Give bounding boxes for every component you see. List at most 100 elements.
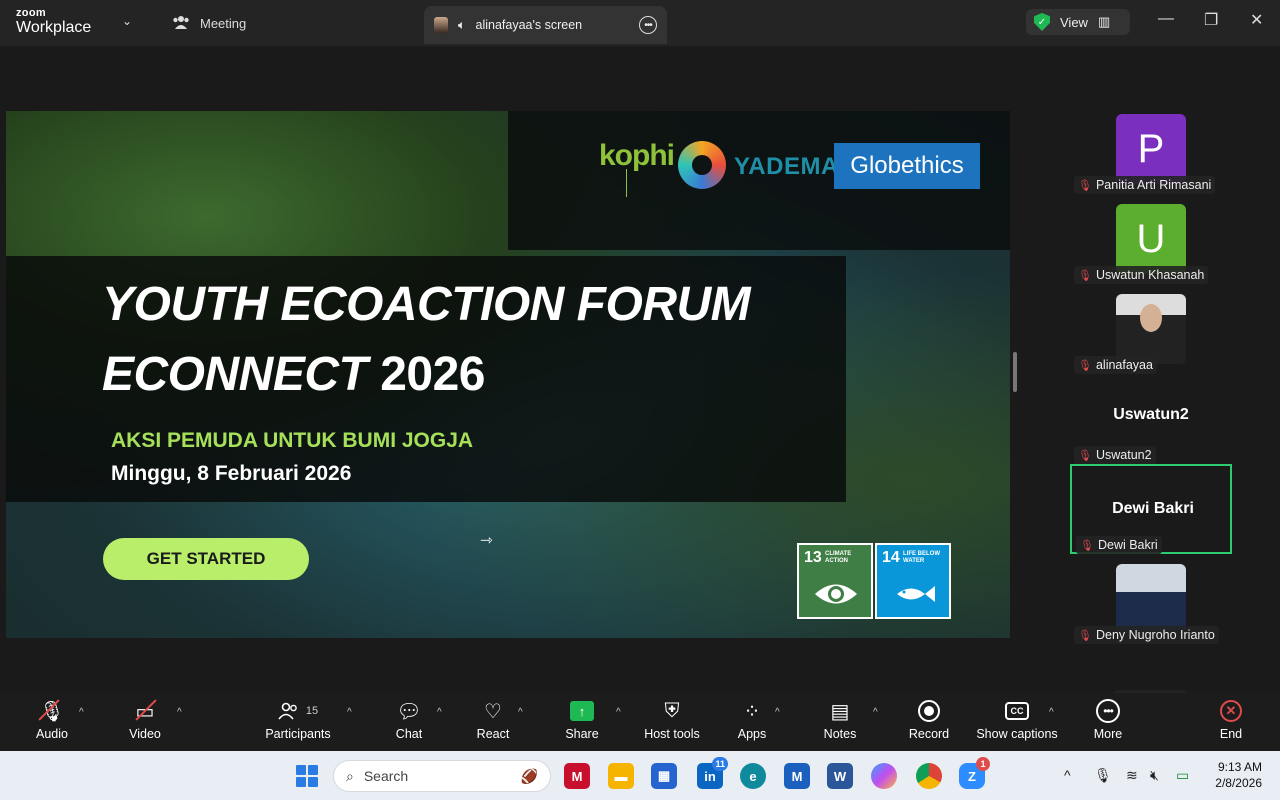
apps-icon: ⁘ bbox=[743, 700, 761, 723]
globethics-logo: Globethics bbox=[834, 143, 980, 189]
end-x-icon: ✕ bbox=[1220, 700, 1242, 722]
react-options-caret-icon[interactable]: ^ bbox=[518, 707, 523, 718]
share-button[interactable]: ↑ Share bbox=[537, 697, 627, 741]
audio-button[interactable]: 🎙︎ Audio bbox=[7, 697, 97, 742]
share-options-caret-icon[interactable]: ^ bbox=[616, 707, 621, 718]
title-bar: zoom Workplace ⌄ Meeting 🔈︎ alinafayaa's… bbox=[0, 0, 1280, 46]
show-captions-button[interactable]: CC Show captions bbox=[972, 697, 1062, 741]
shield-icon: ⛨ bbox=[664, 699, 680, 722]
volume-muted-icon[interactable]: 🔇︎ bbox=[1150, 767, 1159, 784]
search-highlight-icon: 🏈 bbox=[520, 767, 538, 784]
notes-options-caret-icon[interactable]: ^ bbox=[873, 707, 878, 718]
mcafee-icon[interactable]: M bbox=[564, 763, 590, 789]
zoom-app-icon[interactable]: Z1 bbox=[959, 757, 990, 789]
chevron-down-icon[interactable]: ⌄ bbox=[122, 14, 132, 28]
participant-name-tag: 🎙︎ Deny Nugroho Irianto bbox=[1074, 626, 1219, 644]
participant-big-name: Dewi Bakri bbox=[1112, 500, 1194, 517]
apps-options-caret-icon[interactable]: ^ bbox=[775, 707, 780, 718]
shared-slide: kophi YADEMA Globethics YOUTH ECOACTION … bbox=[6, 111, 1010, 638]
mic-muted-icon: 🎙︎ bbox=[1080, 539, 1094, 552]
host-tools-button[interactable]: ⛨ Host tools bbox=[627, 697, 717, 742]
record-button[interactable]: Record bbox=[884, 697, 974, 741]
chat-button[interactable]: 💬︎ Chat bbox=[364, 697, 454, 742]
participants-count: 15 bbox=[305, 705, 319, 717]
captions-options-caret-icon[interactable]: ^ bbox=[1049, 707, 1054, 718]
meeting-label: Meeting bbox=[200, 16, 247, 31]
view-button[interactable]: ✓ View ▥ bbox=[1026, 9, 1130, 35]
participant-name-tag: 🎙︎ Panitia Arti Rimasani bbox=[1074, 176, 1216, 194]
battery-icon[interactable]: ▭ bbox=[1176, 767, 1189, 784]
participant-tile[interactable]: U 🎙︎ Uswatun Khasanah bbox=[1070, 202, 1232, 292]
heart-icon: ♡ bbox=[484, 700, 502, 723]
search-placeholder: Search bbox=[363, 768, 409, 784]
participant-name-tag: 🎙︎ Uswatun2 bbox=[1074, 446, 1156, 464]
video-button[interactable]: ▭ Video bbox=[100, 697, 190, 742]
view-label: View bbox=[1060, 14, 1088, 30]
participant-tile[interactable]: 🎙︎ Deny Nugroho Irianto bbox=[1070, 562, 1232, 652]
linkedin-icon[interactable]: in 11 bbox=[697, 757, 728, 789]
grid-icon: ▥ bbox=[1097, 14, 1111, 29]
camera-off-icon: ▭ bbox=[136, 697, 155, 725]
audio-options-caret-icon[interactable]: ^ bbox=[79, 707, 84, 718]
meeting-toolbar: 🎙︎ Audio ^ ▭ Video ^ 15 Participants ^ 💬… bbox=[0, 693, 1280, 751]
mic-muted-icon: 🎙︎ bbox=[1078, 179, 1092, 192]
slide-date: Minggu, 8 Februari 2026 bbox=[111, 462, 352, 485]
participant-tile-active-speaker[interactable]: Dewi Bakri 🎙︎ Dewi Bakri bbox=[1070, 464, 1232, 554]
share-screen-icon: ↑ bbox=[570, 701, 594, 721]
more-button[interactable]: ••• More bbox=[1063, 697, 1153, 741]
video-options-caret-icon[interactable]: ^ bbox=[177, 707, 182, 718]
yadema-logo-mark bbox=[678, 141, 726, 189]
mouse-cursor-icon: ⇾ bbox=[480, 532, 493, 549]
microsoft-store-icon[interactable]: ▦ bbox=[651, 763, 677, 789]
windows-start-icon[interactable] bbox=[296, 765, 318, 787]
file-explorer-icon[interactable]: ▬ bbox=[608, 763, 634, 789]
get-started-button: GET STARTED bbox=[103, 538, 309, 580]
chat-icon: 💬︎ bbox=[396, 700, 422, 723]
kophi-logo-mark bbox=[626, 169, 662, 197]
screen-share-tab[interactable]: 🔈︎ alinafayaa's screen ••• bbox=[424, 6, 667, 44]
security-shield-icon: ✓ bbox=[1034, 13, 1050, 31]
participant-name-tag: 🎙︎ alinafayaa bbox=[1074, 356, 1157, 374]
meeting-tab[interactable]: Meeting bbox=[172, 14, 246, 33]
microphone-tray-icon[interactable]: 🎙︎ bbox=[1094, 767, 1112, 784]
participant-tile[interactable]: Uswatun2 🎙︎ Uswatun2 bbox=[1070, 382, 1232, 472]
edge-browser-icon[interactable]: e bbox=[740, 763, 766, 789]
fish-icon bbox=[897, 586, 935, 602]
more-options-icon[interactable]: ••• bbox=[639, 16, 657, 34]
mendeley-icon[interactable]: M bbox=[784, 763, 810, 789]
avatar: P bbox=[1116, 114, 1186, 184]
participants-options-caret-icon[interactable]: ^ bbox=[347, 707, 352, 718]
participant-name-tag: 🎙︎ Uswatun Khasanah bbox=[1074, 266, 1209, 284]
search-icon: ⌕ bbox=[346, 767, 354, 784]
copilot-icon[interactable] bbox=[871, 763, 897, 789]
notes-button[interactable]: ▤ Notes bbox=[795, 697, 885, 742]
chat-options-caret-icon[interactable]: ^ bbox=[437, 707, 442, 718]
participant-tile[interactable]: P 🎙︎ Panitia Arti Rimasani bbox=[1070, 112, 1232, 202]
yadema-logo: YADEMA bbox=[734, 153, 839, 180]
participant-name-tag: 🎙︎ Dewi Bakri bbox=[1076, 536, 1162, 554]
panel-resize-handle[interactable] bbox=[1013, 352, 1017, 392]
speaker-icon: 🔈︎ bbox=[458, 17, 466, 32]
restore-icon[interactable]: ❐ bbox=[1204, 10, 1218, 30]
sdg14-number: 14 bbox=[882, 549, 900, 566]
participant-tile[interactable]: 🎙︎ alinafayaa bbox=[1070, 292, 1232, 382]
closed-captions-icon: CC bbox=[1005, 702, 1029, 720]
participants-button[interactable]: 15 Participants bbox=[253, 697, 343, 741]
end-meeting-button[interactable]: ✕ End bbox=[1186, 697, 1276, 741]
people-icon bbox=[172, 14, 190, 33]
zoom-workplace-logo[interactable]: zoom Workplace bbox=[16, 8, 91, 36]
taskbar-search[interactable]: ⌕ Search 🏈 bbox=[333, 760, 551, 792]
close-icon[interactable]: ✕ bbox=[1250, 10, 1263, 30]
participants-icon: 15 bbox=[278, 697, 318, 725]
apps-button[interactable]: ⁘ Apps bbox=[707, 697, 797, 742]
minimize-icon[interactable]: — bbox=[1158, 10, 1174, 28]
word-icon[interactable]: W bbox=[827, 763, 853, 789]
chrome-icon[interactable] bbox=[916, 763, 942, 789]
zoom-badge: 1 bbox=[976, 757, 990, 771]
sdg14-label: LIFE BELOW WATER bbox=[903, 551, 940, 564]
show-hidden-icons-chevron-icon[interactable]: ^ bbox=[1064, 767, 1071, 783]
react-button[interactable]: ♡ React bbox=[448, 697, 538, 742]
avatar-photo bbox=[1116, 564, 1186, 634]
clock[interactable]: 9:13 AM 2/8/2026 bbox=[1210, 759, 1262, 791]
wifi-icon[interactable]: ≋ bbox=[1126, 767, 1138, 784]
